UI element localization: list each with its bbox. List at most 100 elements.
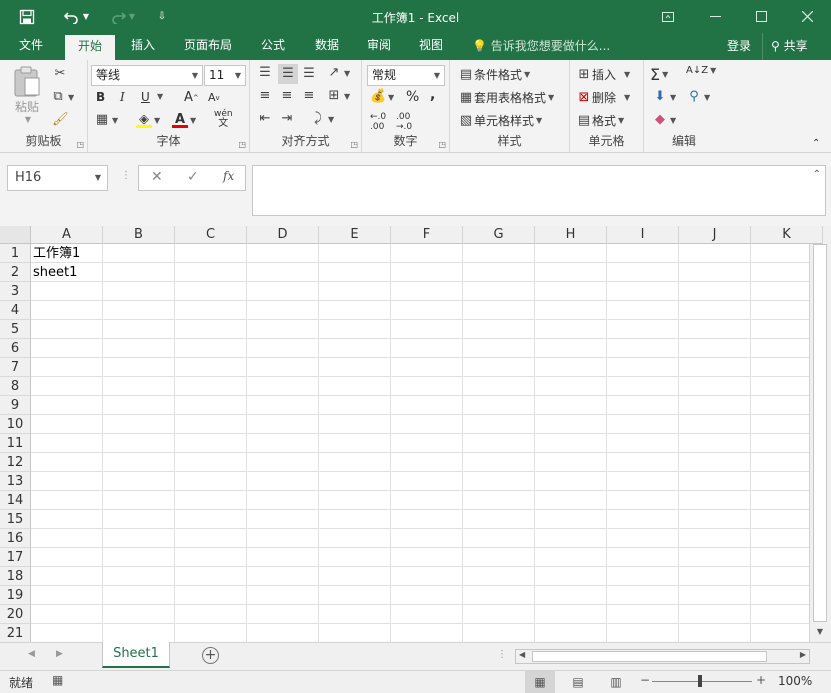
column-header-d[interactable]: D [247, 226, 319, 244]
cut-icon[interactable]: ✂ [52, 66, 68, 82]
conditional-formatting-button[interactable]: ▤ 条件格式 ▼ [458, 66, 530, 83]
column-header-g[interactable]: G [463, 226, 535, 244]
align-center-icon[interactable]: ≡ [279, 88, 295, 104]
column-header-i[interactable]: I [607, 226, 679, 244]
horizontal-scroll-thumb[interactable] [532, 651, 767, 662]
clipboard-launcher-icon[interactable]: ◳ [76, 140, 84, 149]
horizontal-scrollbar[interactable]: ◀ ▶ [515, 649, 810, 664]
prev-sheet-icon[interactable]: ◀ [28, 649, 35, 659]
row-header-18[interactable]: 18 [0, 567, 31, 586]
decrease-decimal-icon[interactable]: .00 →.0 [396, 112, 412, 132]
tab-home[interactable]: 开始 [65, 35, 115, 60]
wrap-text-icon[interactable]: ⤸ ▼ [310, 111, 334, 127]
page-break-view-icon[interactable]: ▥ [601, 671, 631, 693]
column-header-a[interactable]: A [31, 226, 103, 244]
row-header-3[interactable]: 3 [0, 282, 31, 301]
fill-color-icon[interactable]: ◈ ▼ [136, 112, 160, 128]
align-top-icon[interactable]: ☰ [257, 65, 273, 81]
formula-input[interactable]: ⌃ [252, 165, 826, 216]
select-all-corner[interactable] [0, 226, 31, 244]
column-header-h[interactable]: H [535, 226, 607, 244]
format-painter-icon[interactable]: 🖌 [52, 112, 69, 128]
minimize-icon[interactable] [692, 0, 738, 33]
tab-page-layout[interactable]: 页面布局 [178, 33, 238, 60]
tab-formulas[interactable]: 公式 [250, 33, 296, 60]
vertical-scrollbar[interactable]: ▲ ▼ [809, 226, 831, 642]
row-header-5[interactable]: 5 [0, 320, 31, 339]
number-launcher-icon[interactable]: ◳ [438, 140, 446, 149]
ribbon-display-options-icon[interactable] [645, 0, 691, 33]
zoom-slider-thumb[interactable] [698, 675, 702, 687]
increase-font-icon[interactable]: A ^ [184, 90, 199, 105]
scroll-down-icon[interactable]: ▼ [813, 625, 827, 639]
clear-icon[interactable]: ◆ ▼ [652, 112, 676, 128]
row-header-17[interactable]: 17 [0, 548, 31, 567]
row-header-13[interactable]: 13 [0, 472, 31, 491]
row-header-20[interactable]: 20 [0, 605, 31, 624]
format-cells-button[interactable]: ▤ 格式 ▼ [576, 112, 624, 129]
fill-icon[interactable]: ⬇ ▼ [652, 89, 677, 105]
row-header-1[interactable]: 1 [0, 244, 31, 263]
align-left-icon[interactable]: ≡ [257, 88, 273, 104]
decrease-indent-icon[interactable]: ⇤ [257, 111, 273, 127]
align-middle-icon[interactable]: ☰ [278, 64, 298, 84]
insert-function-button[interactable]: fx [223, 169, 234, 183]
italic-button[interactable]: I [120, 90, 125, 104]
column-header-c[interactable]: C [175, 226, 247, 244]
font-size-select[interactable]: 11 ▼ [204, 65, 246, 86]
format-as-table-button[interactable]: ▦ 套用表格格式 ▼ [458, 89, 554, 106]
comma-button[interactable]: , [430, 87, 435, 103]
tab-splitter-icon[interactable]: ⋮ [497, 649, 507, 660]
row-header-8[interactable]: 8 [0, 377, 31, 396]
underline-dropdown-icon[interactable]: ▼ [155, 92, 163, 101]
zoom-in-icon[interactable]: + [756, 673, 766, 687]
decrease-font-icon[interactable]: Av [208, 91, 220, 104]
row-header-16[interactable]: 16 [0, 529, 31, 548]
row-header-11[interactable]: 11 [0, 434, 31, 453]
scroll-right-icon[interactable]: ▶ [800, 650, 806, 659]
insert-cells-button[interactable]: ⊞ 插入 ▼ [576, 66, 631, 83]
tell-me-box[interactable]: 💡 告诉我您想要做什么... [472, 33, 610, 60]
share-button[interactable]: ⚲ 共享 [762, 33, 808, 60]
paste-button[interactable]: 粘贴 ▼ [12, 66, 42, 124]
cell-A2[interactable]: sheet1 [31, 263, 77, 282]
tab-file[interactable]: 文件 [8, 33, 54, 60]
cancel-entry-icon[interactable]: ✕ [151, 169, 163, 185]
sort-filter-icon[interactable]: A↓Z ▼ [686, 65, 716, 76]
number-format-select[interactable]: 常规 ▼ [367, 65, 445, 86]
font-name-select[interactable]: 等线 ▼ [91, 65, 203, 86]
percent-button[interactable]: % [406, 89, 419, 105]
row-header-19[interactable]: 19 [0, 586, 31, 605]
name-box[interactable]: H16 ▼ [7, 165, 108, 191]
collapse-ribbon-icon[interactable]: ⌃ [812, 138, 820, 149]
zoom-out-icon[interactable]: − [640, 673, 650, 687]
formula-bar-splitter-icon[interactable]: ⋮ [121, 170, 131, 181]
alignment-launcher-icon[interactable]: ◳ [350, 140, 358, 149]
font-color-icon[interactable]: A ▼ [172, 112, 196, 128]
maximize-icon[interactable] [738, 0, 784, 33]
font-launcher-icon[interactable]: ◳ [238, 140, 246, 149]
zoom-slider[interactable] [652, 681, 752, 682]
row-header-7[interactable]: 7 [0, 358, 31, 377]
scroll-left-icon[interactable]: ◀ [519, 650, 525, 659]
expand-formula-icon[interactable]: ⌃ [813, 169, 821, 180]
find-select-icon[interactable]: ⚲ ▼ [686, 89, 710, 105]
normal-view-icon[interactable]: ▦ [525, 671, 555, 693]
page-layout-view-icon[interactable]: ▤ [563, 671, 593, 693]
accounting-format-icon[interactable]: 💰 ▼ [370, 89, 394, 105]
cell-A1[interactable]: 工作簿1 [31, 244, 80, 263]
autosum-icon[interactable]: Σ ▼ [650, 65, 668, 84]
delete-cells-button[interactable]: ⊠ 删除 ▼ [576, 89, 631, 106]
borders-icon[interactable]: ▦ ▼ [94, 112, 118, 128]
zoom-level[interactable]: 100% [778, 674, 812, 688]
tab-data[interactable]: 数据 [304, 33, 350, 60]
underline-button[interactable]: U [141, 90, 150, 104]
row-header-6[interactable]: 6 [0, 339, 31, 358]
orientation-icon[interactable]: ↗ ▼ [326, 65, 351, 81]
row-header-12[interactable]: 12 [0, 453, 31, 472]
macro-record-icon[interactable]: ▦ [52, 673, 63, 687]
column-header-j[interactable]: J [679, 226, 751, 244]
vertical-scroll-thumb[interactable] [813, 244, 827, 622]
column-header-k[interactable]: K [751, 226, 823, 244]
tab-insert[interactable]: 插入 [120, 33, 166, 60]
